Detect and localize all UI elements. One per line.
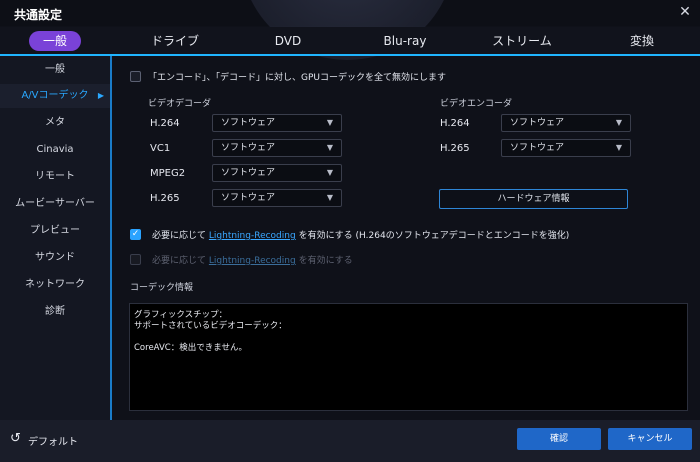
encoder-h265-select[interactable]: ソフトウェア ▼ [501,139,631,157]
lightning-recoding-link[interactable]: Lightning-Recoding [209,231,296,241]
chevron-down-icon: ▼ [326,168,333,177]
sidebar-item-remote[interactable]: リモート [0,165,110,189]
sidebar-item-movie-server[interactable]: ムービーサーバー [0,192,110,216]
disable-gpu-label: 「エンコード」、「デコード」に対し、GPUコーデックを全て無効にします [148,73,446,83]
reset-icon[interactable]: ↺ [10,431,21,446]
window-title: 共通設定 [14,8,63,22]
lightning-recoding-h264-label: 必要に応じて Lightning-Recoding を有効にする (H.264の… [152,231,570,241]
decoder-h265-select[interactable]: ソフトウェア ▼ [212,189,342,207]
close-icon: ✕ [679,4,691,20]
sidebar-item-general[interactable]: 一般 [0,58,110,82]
lightning-recoding-label-disabled: 必要に応じて Lightning-Recoding を有効にする [152,256,353,266]
codec-info-line: CoreAVC：検出できません。 [134,343,247,353]
disable-gpu-checkbox[interactable] [130,71,141,82]
ok-button[interactable]: 確認 [517,428,601,450]
codec-info-title: コーデック情報 [130,283,194,293]
decoder-mpeg2-select[interactable]: ソフトウェア ▼ [212,164,342,182]
tab-dvd[interactable]: DVD [258,27,318,55]
sidebar-item-diagnostics[interactable]: 診断 [0,300,110,324]
codec-info-line [134,332,683,343]
codec-settings-panel: 「エンコード」、「デコード」に対し、GPUコーデックを全て無効にします ビデオデ… [112,56,700,420]
codec-info-line: サポートされているビデオコーデック： [134,321,287,331]
decoder-h264-select[interactable]: ソフトウェア ▼ [212,114,342,132]
lightning-recoding-h264-checkbox[interactable]: ✓ [130,229,141,240]
decoder-vc1-label: VC1 [150,143,171,154]
decoder-vc1-select[interactable]: ソフトウェア ▼ [212,139,342,157]
codec-info-textbox[interactable]: グラフィックスチップ： サポートされているビデオコーデック： CoreAVC：検… [129,303,688,411]
chevron-down-icon: ▼ [615,118,622,127]
chevron-down-icon: ▼ [326,118,333,127]
sidebar-item-av-codec[interactable]: A/Vコーデック ▶ [0,84,110,108]
sidebar-item-sound[interactable]: サウンド [0,246,110,270]
decoder-h265-label: H.265 [150,193,180,204]
codec-info-line: グラフィックスチップ： [134,310,228,320]
top-tab-bar: 一般 ドライブ DVD Blu-ray ストリーム 変換 [0,27,700,55]
hardware-info-button[interactable]: ハードウェア情報 [439,189,628,209]
sidebar-item-network[interactable]: ネットワーク [0,273,110,297]
tab-drive[interactable]: ドライブ [145,27,205,55]
tab-general[interactable]: 一般 [25,27,85,55]
tab-convert[interactable]: 変換 [612,27,672,55]
chevron-down-icon: ▼ [326,143,333,152]
sidebar-item-preview[interactable]: プレビュー [0,219,110,243]
lightning-recoding-link-disabled[interactable]: Lightning-Recoding [209,256,296,266]
encoder-h264-select[interactable]: ソフトウェア ▼ [501,114,631,132]
sidebar-item-cinavia[interactable]: Cinavia [0,138,110,162]
video-encoder-title: ビデオエンコーダ [440,99,513,109]
lightning-recoding-checkbox-disabled[interactable] [130,254,141,265]
chevron-down-icon: ▼ [615,143,622,152]
sidebar: 一般 A/Vコーデック ▶ メタ Cinavia リモート ムービーサーバー プ… [0,56,110,420]
cancel-button[interactable]: キャンセル [608,428,692,450]
encoder-h264-label: H.264 [440,118,470,129]
tab-stream[interactable]: ストリーム [487,27,557,55]
decoder-h264-label: H.264 [150,118,180,129]
default-button[interactable]: デフォルト [28,433,78,448]
tab-bluray[interactable]: Blu-ray [375,27,435,55]
video-decoder-title: ビデオデコーダ [148,99,212,109]
close-button[interactable]: ✕ [676,3,694,21]
sidebar-item-meta[interactable]: メタ [0,111,110,135]
triangle-right-icon: ▶ [97,91,104,100]
footer-bar: ↺ デフォルト 確認 キャンセル [0,420,700,462]
chevron-down-icon: ▼ [326,193,333,202]
encoder-h265-label: H.265 [440,143,470,154]
decoder-mpeg2-label: MPEG2 [150,168,186,179]
